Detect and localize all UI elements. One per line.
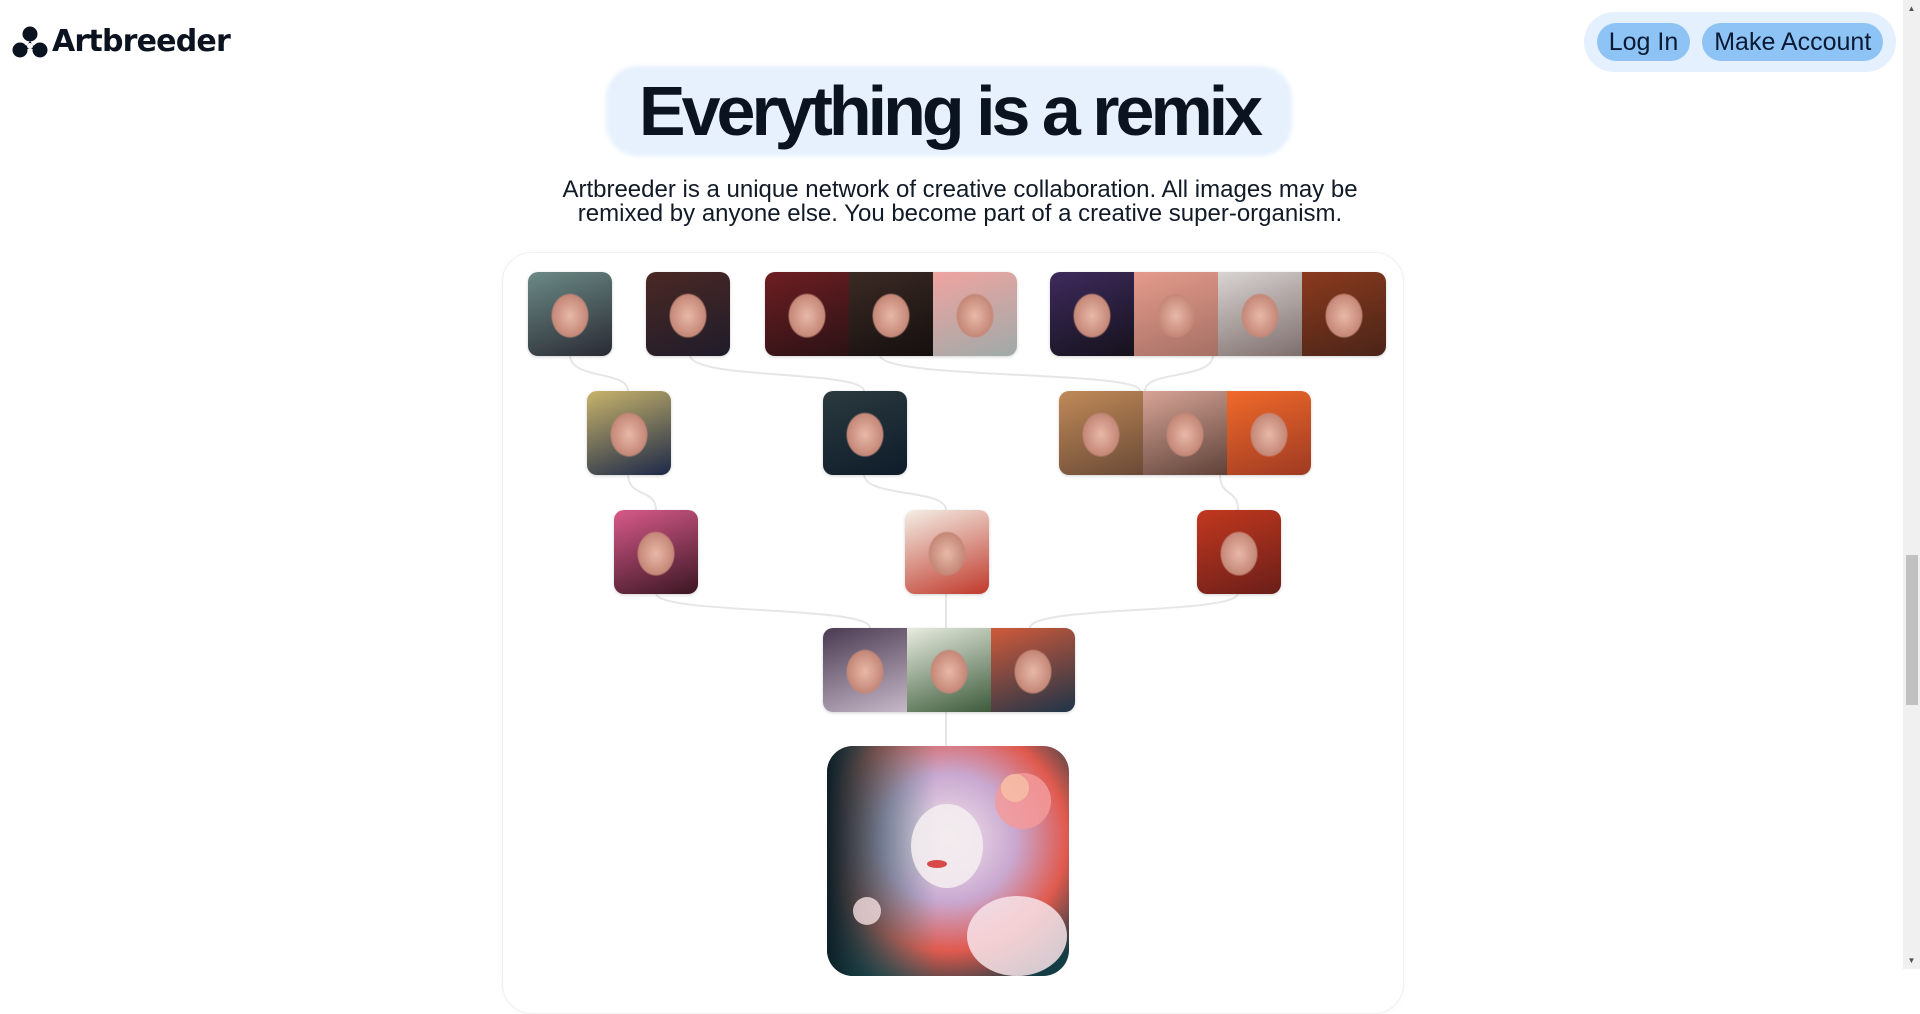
remix-group[interactable] <box>765 272 1017 356</box>
artwork-thumbnail[interactable] <box>614 510 698 594</box>
artwork-thumbnail[interactable] <box>1143 391 1227 475</box>
artwork-thumbnail[interactable] <box>823 391 907 475</box>
artwork-thumbnail[interactable] <box>1218 272 1302 356</box>
remix-group[interactable] <box>823 628 1075 712</box>
logo[interactable]: Artbreeder <box>12 24 231 59</box>
artwork-thumbnail[interactable] <box>1227 391 1311 475</box>
remix-group[interactable] <box>646 272 730 356</box>
login-button[interactable]: Log In <box>1596 23 1691 61</box>
remix-group[interactable] <box>905 510 989 594</box>
subtitle-line-2: remixed by anyone else. You become part … <box>577 200 1343 227</box>
artwork-thumbnail[interactable] <box>933 272 1017 356</box>
remix-group[interactable] <box>528 272 612 356</box>
artwork-thumbnail[interactable] <box>823 628 907 712</box>
artwork-thumbnail[interactable] <box>587 391 671 475</box>
subtitle-line-1: Artbreeder is a unique network of creati… <box>562 176 1358 203</box>
vertical-scrollbar[interactable]: ▲ ▼ <box>1903 0 1920 969</box>
remix-group[interactable] <box>823 391 907 475</box>
final-remix-artwork <box>827 746 1069 976</box>
hero-title: Everything is a remix <box>638 72 1263 150</box>
artwork-thumbnail[interactable] <box>646 272 730 356</box>
scrollbar-thumb[interactable] <box>1906 555 1918 705</box>
artwork-thumbnail[interactable] <box>905 510 989 594</box>
artwork-thumbnail[interactable] <box>1134 272 1218 356</box>
artwork-thumbnail[interactable] <box>849 272 933 356</box>
artwork-thumbnail[interactable] <box>528 272 612 356</box>
brand-name: Artbreeder <box>52 24 231 59</box>
hero-subtitle: Artbreeder is a unique network of creati… <box>500 178 1420 226</box>
artwork-thumbnail[interactable] <box>991 628 1075 712</box>
artwork-thumbnail[interactable] <box>1302 272 1386 356</box>
remix-group[interactable] <box>587 391 671 475</box>
remix-group[interactable] <box>1197 510 1281 594</box>
remix-group[interactable] <box>614 510 698 594</box>
auth-buttons: Log In Make Account <box>1584 12 1896 72</box>
artwork-thumbnail[interactable] <box>1197 510 1281 594</box>
artbreeder-trefoil-icon <box>12 26 48 57</box>
artwork-thumbnail[interactable] <box>1059 391 1143 475</box>
artwork-thumbnail[interactable] <box>907 628 991 712</box>
remix-group[interactable] <box>1050 272 1386 356</box>
scroll-up-arrow-icon[interactable]: ▲ <box>1903 0 1920 17</box>
scroll-down-arrow-icon[interactable]: ▼ <box>1903 952 1920 969</box>
hero-title-wrap: Everything is a remix <box>606 66 1292 156</box>
make-account-button[interactable]: Make Account <box>1702 23 1884 61</box>
final-remix-image[interactable] <box>827 746 1069 976</box>
artwork-thumbnail[interactable] <box>1050 272 1134 356</box>
artwork-thumbnail[interactable] <box>765 272 849 356</box>
remix-group[interactable] <box>1059 391 1311 475</box>
